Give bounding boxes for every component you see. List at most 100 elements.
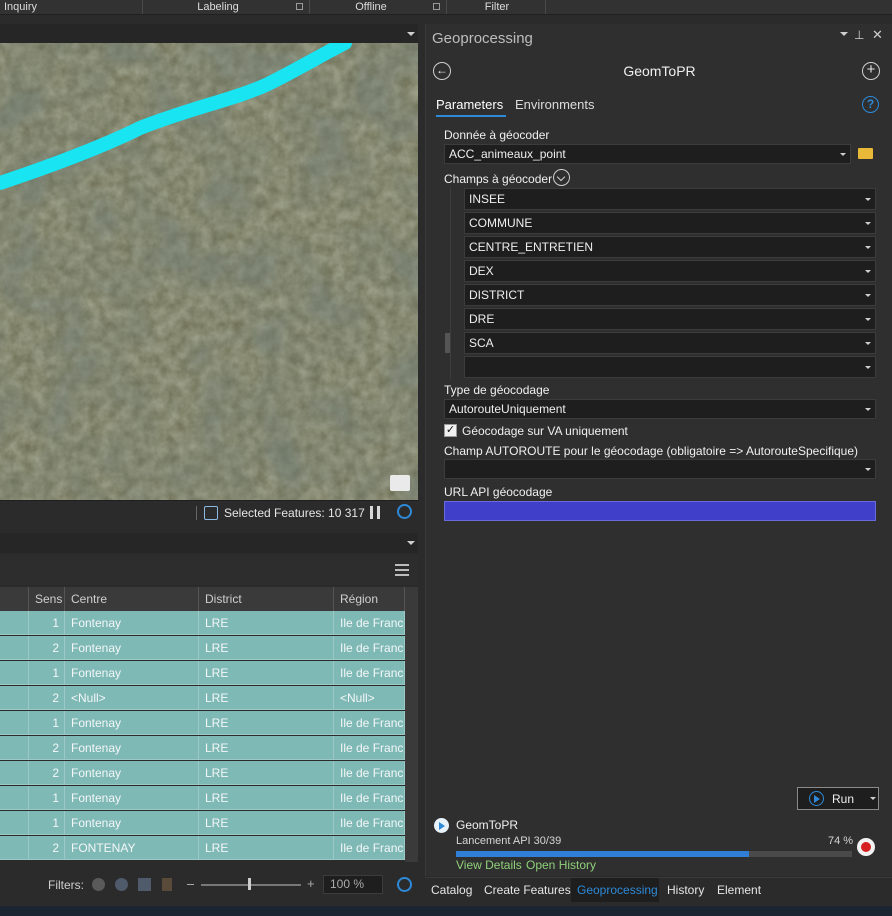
va-checkbox[interactable]: ✓ [444,424,457,437]
chevron-down-icon[interactable] [865,468,871,471]
time-filter-icon[interactable] [92,878,105,891]
tab-history[interactable]: History [667,878,704,902]
table-row[interactable]: 1 Fontenay LRE Ile de France [0,811,405,835]
autoroute-select[interactable] [444,459,876,479]
table-filter-icon[interactable] [138,878,151,891]
table-row[interactable]: 1 Fontenay LRE Ile de France [0,786,405,810]
chevron-down-icon[interactable] [865,294,871,297]
map-overview-icon[interactable] [390,475,410,491]
field-select-row[interactable]: DEX [464,260,876,282]
zoom-in-icon[interactable]: + [307,876,315,891]
table-vertical-scrollbar[interactable] [405,587,418,862]
tab-create-features[interactable]: Create Features [484,878,571,902]
table-cell-centre: Fontenay [65,811,199,835]
url-input[interactable] [444,501,876,521]
field-select-row[interactable]: COMMUNE [464,212,876,234]
zoom-out-icon[interactable] [187,884,194,885]
row-drag-handle[interactable] [445,333,450,353]
column-header-region[interactable]: Région [334,587,405,611]
chevron-down-icon[interactable] [865,222,871,225]
map-view[interactable] [0,43,418,500]
table-cell-district: LRE [199,811,334,835]
zoom-slider-thumb[interactable] [248,878,251,890]
table-row[interactable]: 2 Fontenay LRE Ile de France [0,736,405,760]
table-row[interactable]: 1 Fontenay LRE Ile de France [0,611,405,635]
column-header-blank[interactable] [0,587,29,611]
selection-icon[interactable] [204,506,218,520]
ribbon-separator [309,0,310,14]
ribbon-separator [446,0,447,14]
progress-play-icon [434,818,449,833]
chevron-down-icon[interactable] [865,318,871,321]
type-select[interactable]: AutorouteUniquement [444,399,876,419]
table-cell-blank [0,736,29,760]
table-cell-region: Ile de France [334,711,405,735]
chevron-down-icon[interactable] [840,153,846,156]
table-tab-dropdown-icon[interactable] [407,541,415,545]
pause-icon-left[interactable] [370,506,373,519]
chevron-down-icon[interactable] [865,342,871,345]
table-cell-centre: Fontenay [65,636,199,660]
map-tab-dropdown-icon[interactable] [407,32,415,36]
field-select-row[interactable]: DRE [464,308,876,330]
table-row[interactable]: 1 Fontenay LRE Ile de France [0,661,405,685]
help-icon[interactable]: ? [862,96,879,113]
column-header-district[interactable]: District [199,587,334,611]
offline-dialog-launcher-icon[interactable] [433,3,440,10]
field-select-row[interactable] [464,356,876,378]
champs-collapse-icon[interactable] [553,169,570,186]
field-select-row[interactable]: SCA [464,332,876,354]
chevron-down-icon[interactable] [865,198,871,201]
table-row[interactable]: 2 <Null> LRE <Null> [0,686,405,710]
zoom-level-select[interactable]: 100 % [323,875,383,894]
tab-catalog[interactable]: Catalog [431,878,472,902]
labeling-dialog-launcher-icon[interactable] [296,3,303,10]
chevron-down-icon[interactable] [865,366,871,369]
zoom-slider-track[interactable] [201,884,301,886]
table-row[interactable]: 2 Fontenay LRE Ile de France [0,761,405,785]
browse-folder-icon[interactable] [858,148,873,159]
tab-environments[interactable]: Environments [515,97,594,112]
add-icon[interactable]: + [862,62,880,80]
tab-parameters[interactable]: Parameters [436,97,503,112]
column-header-sens[interactable]: Sens [29,587,65,611]
range-filter-icon[interactable] [115,878,128,891]
pin-icon[interactable]: ⊥ [854,28,864,42]
table-refresh-icon[interactable] [397,877,412,892]
attribute-table[interactable]: Sens Centre District Région 1 Fontenay LRE… [0,587,418,862]
chevron-down-icon[interactable] [865,246,871,249]
table-cell-district: LRE [199,661,334,685]
table-row[interactable]: 2 FONTENAY LRE Ile de France [0,836,405,860]
table-menu-icon[interactable] [395,564,409,566]
va-label: Géocodage sur VA uniquement [462,424,628,438]
floor-filter-icon[interactable] [162,878,172,891]
donnee-label: Donnée à géocoder [444,128,550,142]
champs-label: Champs à géocoder [444,172,553,186]
field-name: SCA [469,336,494,350]
table-cell-district: LRE [199,761,334,785]
tab-geoprocessing[interactable]: Geoprocessing [571,878,659,902]
refresh-icon[interactable] [397,504,412,519]
open-history-link[interactable]: Open History [526,858,596,872]
table-row[interactable]: 2 Fontenay LRE Ile de France [0,636,405,660]
close-icon[interactable]: ✕ [872,27,883,43]
stop-icon[interactable] [857,838,875,856]
donnee-input[interactable]: ACC_animeaux_point [444,144,851,164]
field-select-row[interactable]: DISTRICT [464,284,876,306]
status-separator [196,506,197,520]
pane-options-icon[interactable] [840,32,848,36]
field-select-row[interactable]: CENTRE_ENTRETIEN [464,236,876,258]
table-row[interactable]: 1 Fontenay LRE Ile de France [0,711,405,735]
tab-element[interactable]: Element [717,878,761,902]
run-button[interactable]: Run [797,787,879,810]
column-header-centre[interactable]: Centre [65,587,199,611]
run-options-icon[interactable] [870,797,876,800]
chevron-down-icon[interactable] [865,270,871,273]
view-details-link[interactable]: View Details [456,858,522,872]
pause-icon-right[interactable] [377,506,380,519]
table-cell-district: LRE [199,711,334,735]
table-cell-region: Ile de France [334,636,405,660]
table-cell-region: Ile de France [334,761,405,785]
field-select-row[interactable]: INSEE [464,188,876,210]
chevron-down-icon[interactable] [865,408,871,411]
